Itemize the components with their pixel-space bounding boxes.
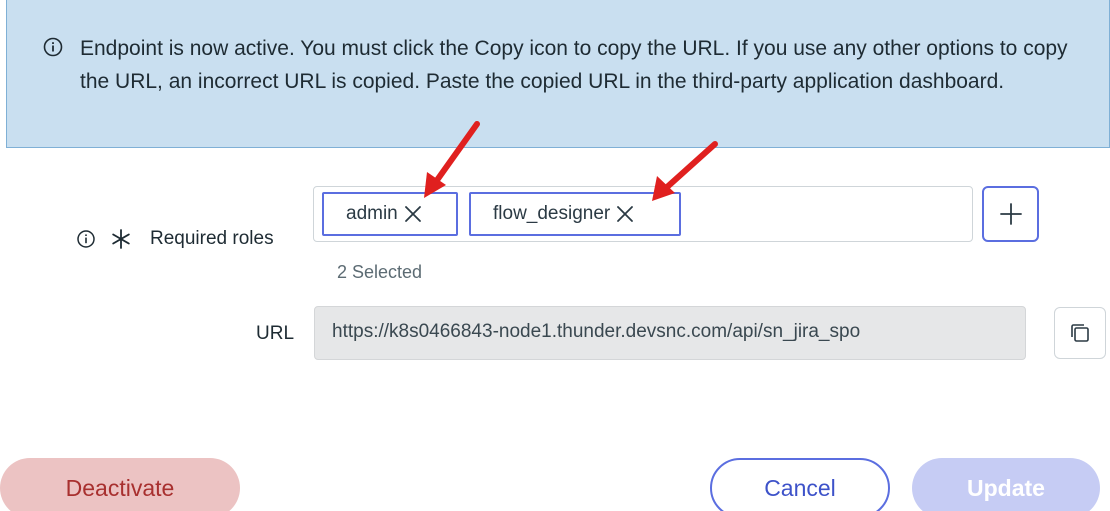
plus-icon <box>999 203 1022 225</box>
selected-count: 2 Selected <box>337 262 423 282</box>
add-role-button[interactable] <box>982 186 1039 242</box>
info-icon <box>43 37 63 57</box>
banner-message: Endpoint is now active. You must click t… <box>80 37 1068 93</box>
copy-url-button[interactable] <box>1054 307 1106 359</box>
deactivate-button[interactable]: Deactivate <box>0 458 240 511</box>
copy-icon <box>1071 324 1089 342</box>
info-icon[interactable] <box>76 229 96 249</box>
update-button[interactable]: Update <box>912 458 1100 511</box>
endpoint-dialog: Endpoint is now active. You must click t… <box>0 0 1110 511</box>
url-label: URL <box>256 323 295 344</box>
asterisk-icon <box>112 229 130 249</box>
roles-multiselect[interactable]: admin flow_designer <box>313 186 973 242</box>
role-chip-flow-designer: flow_designer <box>469 192 681 236</box>
role-chip-admin: admin <box>322 192 458 236</box>
url-field[interactable]: https://k8s0466843-node1.thunder.devsnc.… <box>314 306 1026 360</box>
required-roles-label: Required roles <box>150 228 274 249</box>
role-chip-label: flow_designer <box>493 203 611 224</box>
close-icon[interactable] <box>402 203 424 225</box>
cancel-button[interactable]: Cancel <box>710 458 890 511</box>
close-icon[interactable] <box>614 203 636 225</box>
info-banner: Endpoint is now active. You must click t… <box>6 0 1110 148</box>
role-chip-label: admin <box>346 203 398 224</box>
